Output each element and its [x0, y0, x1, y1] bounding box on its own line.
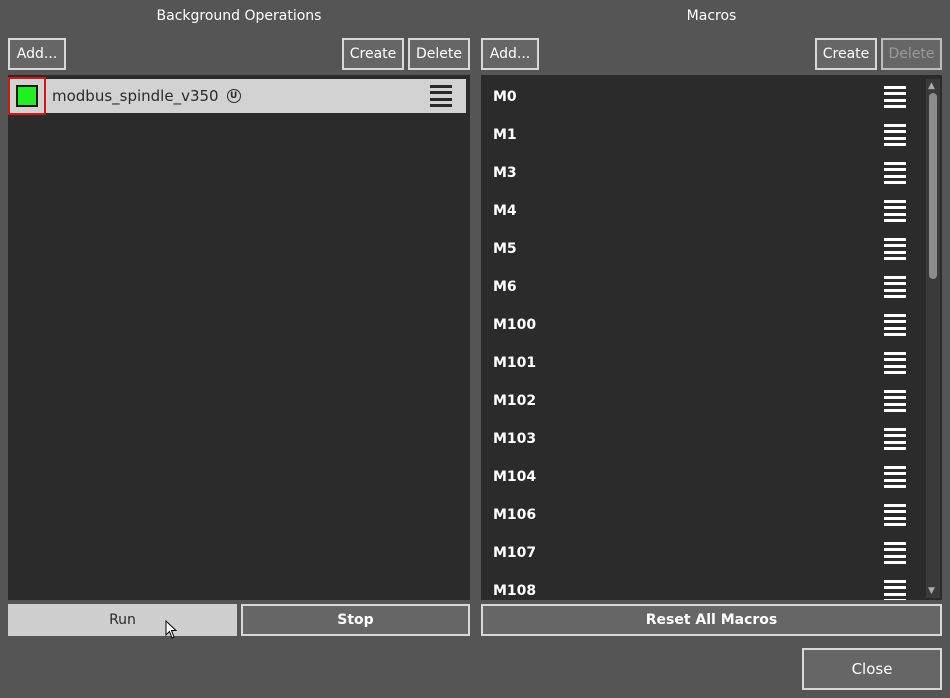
macro-item[interactable]: M107: [481, 534, 921, 572]
status-box: [16, 85, 38, 107]
macro-item[interactable]: M104: [481, 458, 921, 496]
macros-title: Macros: [686, 8, 737, 24]
macro-item[interactable]: M3: [481, 154, 921, 192]
macro-item[interactable]: M102: [481, 382, 921, 420]
reset-all-macros-button[interactable]: Reset All Macros: [481, 604, 942, 636]
list-item[interactable]: modbus_spindle_v350 U: [8, 77, 466, 115]
bg-add-button[interactable]: Add...: [8, 38, 66, 70]
macro-item[interactable]: M6: [481, 268, 921, 306]
macros-delete-button: Delete: [881, 38, 942, 70]
scroll-thumb[interactable]: [929, 93, 937, 279]
macro-item[interactable]: M103: [481, 420, 921, 458]
hamburger-menu-icon[interactable]: [884, 390, 906, 412]
macro-item[interactable]: M101: [481, 344, 921, 382]
macro-label: M107: [493, 545, 537, 561]
macro-label: M0: [493, 89, 517, 105]
background-op-label: modbus_spindle_v350: [52, 87, 219, 105]
hamburger-menu-icon[interactable]: [884, 428, 906, 450]
scroll-down-arrow-icon[interactable]: ▼: [928, 586, 935, 596]
macro-label: M106: [493, 507, 537, 523]
macro-label: M103: [493, 431, 537, 447]
macro-item[interactable]: M106: [481, 496, 921, 534]
run-button[interactable]: Run: [8, 604, 237, 636]
stop-button[interactable]: Stop: [241, 604, 470, 636]
macro-label: M1: [493, 127, 517, 143]
background-operations-title: Background Operations: [156, 8, 322, 24]
macro-label: M108: [493, 583, 537, 599]
bg-create-button[interactable]: Create: [342, 38, 404, 70]
hamburger-menu-icon[interactable]: [430, 85, 452, 107]
scrollbar[interactable]: ▲ ▼: [926, 79, 940, 598]
macro-item[interactable]: M0: [481, 78, 921, 116]
macro-item[interactable]: M108: [481, 572, 921, 600]
macro-label: M4: [493, 203, 517, 219]
hamburger-menu-icon[interactable]: [884, 466, 906, 488]
hamburger-menu-icon[interactable]: [884, 86, 906, 108]
status-indicator-icon[interactable]: [8, 77, 46, 115]
macro-label: M102: [493, 393, 537, 409]
macro-item[interactable]: M1: [481, 116, 921, 154]
macro-label: M100: [493, 317, 537, 333]
macro-item[interactable]: M4: [481, 192, 921, 230]
hamburger-menu-icon[interactable]: [884, 314, 906, 336]
macro-label: M3: [493, 165, 517, 181]
mouse-pointer-icon: [165, 620, 177, 639]
macros-create-button[interactable]: Create: [815, 38, 877, 70]
background-operations-list: modbus_spindle_v350 U: [8, 75, 470, 600]
macro-label: M6: [493, 279, 517, 295]
macro-item[interactable]: M5: [481, 230, 921, 268]
hamburger-menu-icon[interactable]: [884, 162, 906, 184]
close-button[interactable]: Close: [802, 648, 942, 690]
bg-delete-button[interactable]: Delete: [408, 38, 470, 70]
scroll-up-arrow-icon[interactable]: ▲: [928, 81, 935, 91]
hamburger-menu-icon[interactable]: [884, 580, 906, 600]
hamburger-menu-icon[interactable]: [884, 276, 906, 298]
macros-list: M0 M1 M3 M4 M5 M6 M100 M101 M102 M103 M104 M106 M107…: [481, 75, 942, 600]
hamburger-menu-icon[interactable]: [884, 200, 906, 222]
macro-item[interactable]: M100: [481, 306, 921, 344]
hamburger-menu-icon[interactable]: [884, 542, 906, 564]
hamburger-menu-icon[interactable]: [884, 352, 906, 374]
macro-label: M101: [493, 355, 537, 371]
hamburger-menu-icon[interactable]: [884, 124, 906, 146]
hamburger-menu-icon[interactable]: [884, 504, 906, 526]
macro-label: M104: [493, 469, 537, 485]
macro-label: M5: [493, 241, 517, 257]
hamburger-menu-icon[interactable]: [884, 238, 906, 260]
macros-add-button[interactable]: Add...: [481, 38, 539, 70]
user-badge-icon: U: [226, 89, 241, 103]
